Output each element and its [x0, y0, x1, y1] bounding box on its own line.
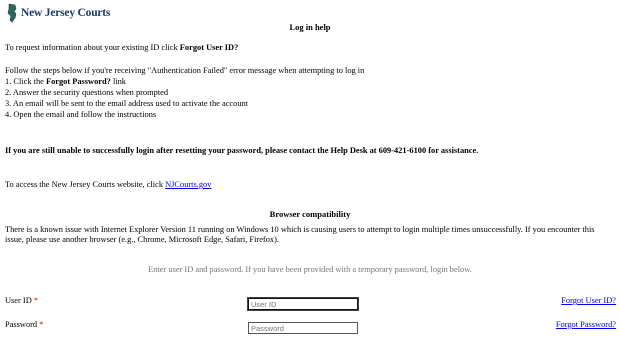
- step-2: 2. Answer the security questions when pr…: [5, 88, 169, 97]
- login-instruction: Enter user ID and password. If you have …: [148, 265, 472, 274]
- step-4: 4. Open the email and follow the instruc…: [5, 110, 157, 119]
- nj-state-icon: [7, 3, 17, 23]
- password-label: Password *: [5, 320, 43, 329]
- forgot-id-bold: Forgot User ID?: [179, 43, 239, 52]
- step-1-prefix: 1. Click the: [5, 77, 46, 86]
- forgot-id-paragraph: To request information about your existi…: [5, 43, 238, 53]
- forgot-password-link[interactable]: Forgot Password?: [556, 320, 616, 329]
- userid-label-text: User ID: [5, 296, 32, 305]
- step-1: 1. Click the Forgot Password? link: [5, 77, 126, 87]
- njcourts-link[interactable]: NJCourts.gov: [165, 180, 211, 189]
- help-title: Log in help: [289, 22, 331, 32]
- website-paragraph: To access the New Jersey Courts website,…: [5, 180, 211, 190]
- compat-text: There is a known issue with Internet Exp…: [5, 225, 595, 245]
- forgot-userid-link[interactable]: Forgot User ID?: [561, 296, 616, 305]
- step-1-suffix: link: [110, 77, 126, 86]
- password-label-text: Password: [5, 320, 38, 329]
- compat-title: Browser compatibility: [269, 209, 351, 219]
- step-1-bold: Forgot Password?: [45, 77, 111, 86]
- step-3: 3. An email will be sent to the email ad…: [5, 99, 249, 108]
- auth-failed-intro: Follow the steps below if you're receivi…: [5, 66, 365, 75]
- userid-label: User ID *: [5, 296, 38, 305]
- logo-text: New Jersey Courts: [21, 7, 111, 19]
- website-prefix: To access the New Jersey Courts website,…: [5, 180, 166, 189]
- helpdesk-note: If you are still unable to successfully …: [5, 146, 479, 155]
- required-mark: *: [39, 320, 44, 329]
- forgot-id-intro: To request information about your existi…: [5, 43, 180, 52]
- required-mark: *: [33, 296, 39, 305]
- userid-input[interactable]: [248, 298, 358, 310]
- site-logo[interactable]: New Jersey Courts: [6, 2, 110, 24]
- password-input[interactable]: [248, 322, 358, 334]
